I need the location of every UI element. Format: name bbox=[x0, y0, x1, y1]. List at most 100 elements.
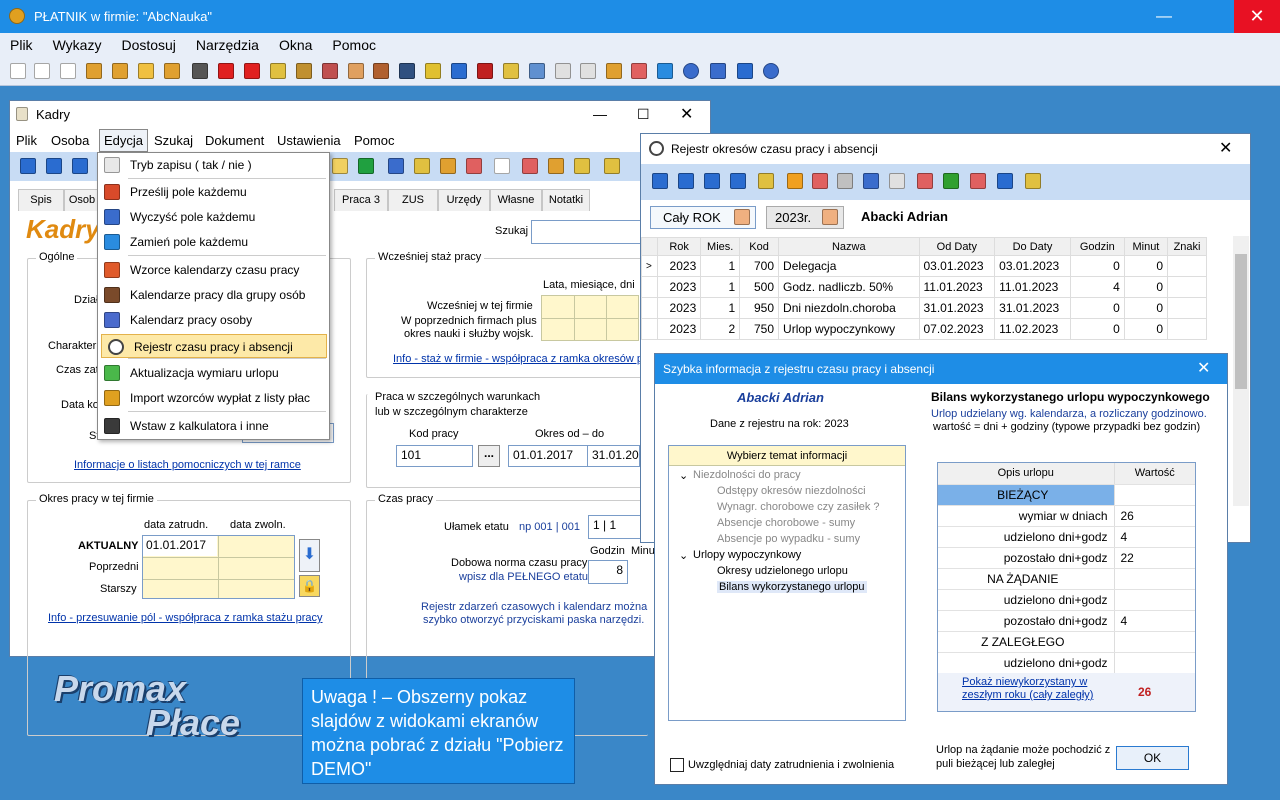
menu-wykazy[interactable]: Wykazy bbox=[43, 33, 112, 53]
okresy-info-link[interactable]: Info - przesuwanie pól - współpraca z ra… bbox=[48, 612, 323, 624]
tree-group[interactable]: Niezdolności do pracy bbox=[693, 469, 801, 481]
okres-do-input[interactable]: 31.01.20 bbox=[588, 445, 640, 467]
menu-dostosuj[interactable]: Dostosuj bbox=[111, 33, 185, 53]
show-zalegly-link-a[interactable]: Pokaż niewykorzystany w bbox=[962, 676, 1087, 688]
kadry-menu-ustawienia[interactable]: Ustawienia bbox=[277, 133, 341, 148]
kadry-menu-pomoc[interactable]: Pomoc bbox=[354, 133, 394, 148]
grid-icon[interactable] bbox=[466, 158, 482, 174]
kadry-menu-dokument[interactable]: Dokument bbox=[205, 133, 264, 148]
paste-doc-icon[interactable] bbox=[60, 63, 76, 79]
edycja-menu-item-8[interactable]: Aktualizacja wymiaru urlopu bbox=[98, 361, 329, 385]
monitor-icon[interactable] bbox=[451, 63, 467, 79]
first-icon[interactable] bbox=[652, 173, 668, 189]
calendar-icon[interactable] bbox=[477, 63, 493, 79]
ogolne-info-link[interactable]: Informacje o listach pomocniczych w tej … bbox=[74, 459, 301, 471]
notes-icon[interactable] bbox=[548, 158, 564, 174]
cursor-icon[interactable] bbox=[358, 158, 374, 174]
help-icon[interactable] bbox=[683, 63, 699, 79]
person-icon[interactable] bbox=[758, 173, 774, 189]
filter-icon[interactable] bbox=[414, 158, 430, 174]
column-header[interactable]: Do Daty bbox=[994, 237, 1071, 256]
text-icon[interactable] bbox=[555, 63, 571, 79]
kadry-menu-szukaj[interactable]: Szukaj bbox=[154, 133, 193, 148]
sort-icon[interactable] bbox=[657, 63, 673, 79]
edycja-menu-item-4[interactable]: Wzorce kalendarzy czasu pracy bbox=[98, 258, 329, 282]
close-window-button[interactable]: ✕ bbox=[1234, 0, 1280, 33]
tree-expand-icon[interactable]: ⌄ bbox=[679, 469, 688, 482]
aktualny-od-input[interactable]: 01.01.2017 bbox=[143, 536, 217, 556]
tree-item[interactable]: Wynagr. chorobowe czy zasiłek ? bbox=[717, 501, 880, 513]
edit-mode-icon[interactable] bbox=[332, 158, 348, 174]
table-row[interactable]: 2023 1 500 Godz. nadliczb. 50% 11.01.2023 11.… bbox=[640, 276, 1207, 298]
rejestr-scroll-thumb[interactable] bbox=[1235, 254, 1247, 389]
tree-item[interactable]: Absencje chorobowe - sumy bbox=[717, 517, 855, 529]
menu-narzedzia[interactable]: Narzędzia bbox=[186, 33, 269, 53]
bank-icon[interactable] bbox=[270, 63, 286, 79]
edycja-menu-item-3[interactable]: Zamień pole każdemu bbox=[98, 230, 329, 254]
include-dates-checkbox[interactable] bbox=[670, 758, 684, 772]
table-row[interactable]: 2023 2 750 Urlop wypoczynkowy 07.02.2023 11.0… bbox=[640, 318, 1207, 340]
norma-godzin-input[interactable]: 8 bbox=[588, 560, 628, 584]
column-header[interactable]: Minut bbox=[1123, 237, 1169, 256]
tab-urzedy[interactable]: Urzędy bbox=[438, 189, 490, 211]
download-icon[interactable] bbox=[763, 63, 779, 79]
tab-spis[interactable]: Spis bbox=[18, 189, 64, 211]
minimize-button[interactable]: — bbox=[1141, 0, 1187, 33]
table-row[interactable]: 2023 1 950 Dni niezdoln.choroba 31.01.2023 31… bbox=[640, 297, 1207, 319]
column-header[interactable]: Od Daty bbox=[918, 237, 996, 256]
prev-record-icon[interactable] bbox=[46, 158, 62, 174]
clock-icon[interactable] bbox=[440, 158, 456, 174]
staz-info-link[interactable]: Info - staż w firmie - współpraca z ramk… bbox=[393, 353, 643, 365]
tree-icon[interactable] bbox=[943, 173, 959, 189]
edycja-menu-item-7[interactable]: Rejestr czasu pracy i absencji bbox=[101, 334, 327, 358]
tree-item[interactable]: Odstępy okresów niezdolności bbox=[717, 485, 866, 497]
szybka-close-button[interactable]: ✕ bbox=[1197, 354, 1210, 384]
wrench-icon[interactable] bbox=[710, 63, 726, 79]
new-doc-icon[interactable] bbox=[10, 63, 26, 79]
edycja-menu-item-5[interactable]: Kalendarze pracy dla grupy osób bbox=[98, 283, 329, 307]
edycja-menu-item-10[interactable]: Wstaw z kalkulatora i inne bbox=[98, 414, 329, 438]
stop-icon[interactable] bbox=[244, 63, 260, 79]
sum-icon[interactable] bbox=[917, 173, 933, 189]
tab-osoba[interactable]: Osob bbox=[64, 189, 100, 211]
calendar-icon[interactable] bbox=[970, 173, 986, 189]
ok-button[interactable]: OK bbox=[1116, 746, 1189, 770]
column-header[interactable]: Mies. bbox=[700, 237, 741, 256]
report-icon[interactable] bbox=[322, 63, 338, 79]
folder-icon[interactable] bbox=[138, 63, 154, 79]
tab-notatki[interactable]: Notatki bbox=[542, 189, 590, 211]
windows-icon[interactable] bbox=[631, 63, 647, 79]
lock-button[interactable]: 🔒 bbox=[299, 575, 320, 597]
person-icon[interactable] bbox=[348, 63, 364, 79]
checklist-icon[interactable] bbox=[425, 63, 441, 79]
tab-zus[interactable]: ZUS bbox=[388, 189, 438, 211]
kadry-maximize-button[interactable]: ☐ bbox=[637, 101, 650, 128]
staz-grid[interactable] bbox=[541, 295, 639, 341]
prev-icon[interactable] bbox=[678, 173, 694, 189]
menu-pomoc[interactable]: Pomoc bbox=[322, 33, 386, 53]
calendar-icon[interactable] bbox=[522, 158, 538, 174]
calculator-icon[interactable] bbox=[503, 63, 519, 79]
move-down-button[interactable]: ⬇ bbox=[299, 539, 320, 572]
tree-item[interactable]: Okresy udzielonego urlopu bbox=[717, 565, 848, 577]
folders-icon[interactable] bbox=[164, 63, 180, 79]
rejestr-close-button[interactable]: ✕ bbox=[1219, 134, 1232, 164]
edycja-menu-item-1[interactable]: Prześlij pole każdemu bbox=[98, 180, 329, 204]
okres-od-input[interactable]: 01.01.2017 bbox=[508, 445, 588, 467]
tree-item[interactable]: Absencje po wypadku - sumy bbox=[717, 533, 860, 545]
show-zalegly-link-b[interactable]: zeszłym roku (cały zaległy) bbox=[962, 689, 1093, 701]
pager-icon[interactable] bbox=[1025, 173, 1041, 189]
copy-doc-icon[interactable] bbox=[34, 63, 50, 79]
menu-okna[interactable]: Okna bbox=[269, 33, 322, 53]
kadry-close-button[interactable]: ✕ bbox=[680, 101, 693, 128]
tree-item[interactable]: Bilans wykorzystanego urlopu bbox=[717, 581, 867, 593]
chart-icon[interactable] bbox=[574, 158, 590, 174]
edycja-menu-item-6[interactable]: Kalendarz pracy osoby bbox=[98, 308, 329, 332]
delete-icon[interactable] bbox=[218, 63, 234, 79]
column-header[interactable]: Kod bbox=[739, 237, 780, 256]
edycja-menu-item-9[interactable]: Import wzorców wypłat z listy płac bbox=[98, 386, 329, 410]
edit-icon[interactable] bbox=[837, 173, 853, 189]
column-header[interactable]: Godzin bbox=[1069, 237, 1125, 256]
column-header[interactable]: Nazwa bbox=[778, 237, 920, 256]
list-icon[interactable] bbox=[494, 158, 510, 174]
